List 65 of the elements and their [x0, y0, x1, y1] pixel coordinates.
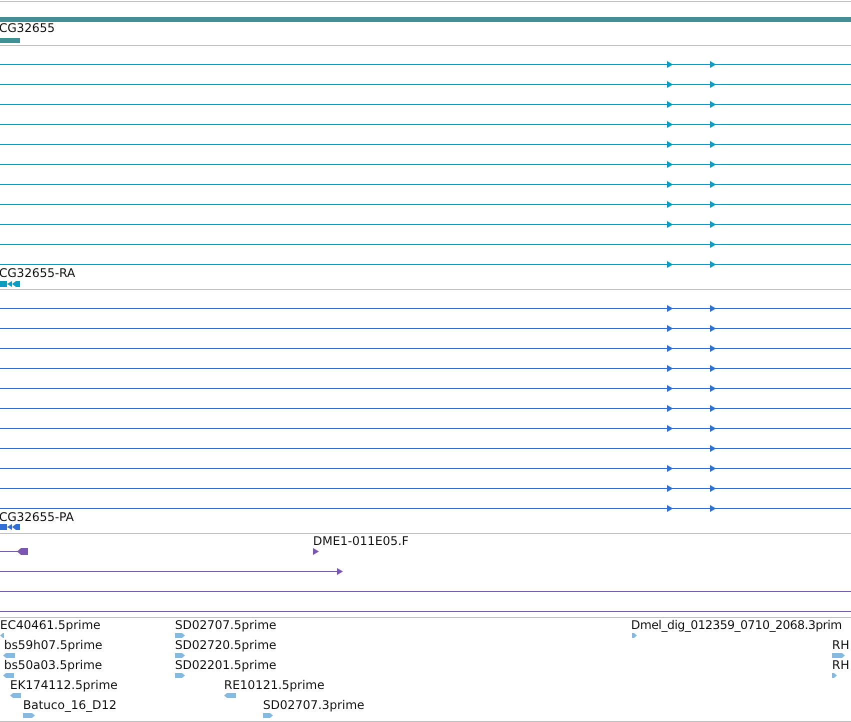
read-label: EK174112.5prime — [10, 678, 118, 692]
marker-arrow-icon — [667, 485, 673, 492]
alignment-label: DME1-011E05.F — [313, 534, 409, 548]
marker-arrow-icon — [667, 261, 673, 268]
gene-label: CG32655 — [0, 21, 55, 35]
marker-arrow-icon — [710, 485, 716, 492]
read-label: bs59h07.5prime — [4, 638, 102, 652]
marker-arrow-icon — [337, 568, 343, 575]
marker-arrow-icon — [667, 305, 673, 312]
marker-arrow-icon — [710, 101, 716, 108]
marker-arrow-icon — [710, 405, 716, 412]
marker-arrow-icon — [710, 261, 716, 268]
marker-arrow-icon — [667, 181, 673, 188]
marker-arrow-icon — [710, 241, 716, 248]
marker-arrow-icon — [710, 221, 716, 228]
marker-arrow-icon — [667, 465, 673, 472]
marker-arrow-icon — [710, 365, 716, 372]
marker-arrow-icon — [710, 141, 716, 148]
marker-arrow-icon — [667, 121, 673, 128]
marker-arrow-icon — [710, 121, 716, 128]
marker-arrow-icon — [710, 61, 716, 68]
read-label: SD02707.3prime — [263, 698, 364, 712]
marker-arrow-icon — [710, 465, 716, 472]
marker-arrow-icon — [667, 201, 673, 208]
marker-arrow-icon — [667, 101, 673, 108]
marker-arrow-icon — [667, 325, 673, 332]
marker-arrow-icon — [667, 425, 673, 432]
read-label: SD02707.5prime — [175, 618, 276, 632]
read-label: bs50a03.5prime — [4, 658, 102, 672]
transcript-label: CG32655-RA — [0, 266, 76, 280]
marker-arrow-icon — [710, 345, 716, 352]
marker-arrow-icon — [710, 81, 716, 88]
marker-arrow-icon — [667, 505, 673, 512]
marker-arrow-icon — [667, 345, 673, 352]
marker-arrow-icon — [710, 181, 716, 188]
double-arrow-icon — [0, 281, 20, 287]
block-end-icon — [17, 548, 28, 555]
marker-arrow-icon — [667, 61, 673, 68]
read-label: SD02720.5prime — [175, 638, 276, 652]
marker-arrow-icon — [667, 81, 673, 88]
gene-block-icon — [0, 38, 20, 43]
read-label: RE10121.5prime — [224, 678, 324, 692]
marker-arrow-icon — [710, 201, 716, 208]
double-arrow-icon — [0, 524, 20, 530]
marker-arrow-icon — [313, 548, 319, 555]
marker-arrow-icon — [667, 365, 673, 372]
marker-arrow-icon — [710, 161, 716, 168]
read-label: RH — [832, 638, 850, 652]
read-label: Batuco_16_D12 — [23, 698, 117, 712]
marker-arrow-icon — [667, 405, 673, 412]
marker-arrow-icon — [710, 445, 716, 452]
marker-arrow-icon — [667, 161, 673, 168]
marker-arrow-icon — [667, 385, 673, 392]
read-label: SD02201.5prime — [175, 658, 276, 672]
read-label: Dmel_dig_012359_0710_2068.3prim — [631, 618, 842, 632]
marker-arrow-icon — [710, 305, 716, 312]
protein-label: CG32655-PA — [0, 510, 74, 524]
marker-arrow-icon — [667, 221, 673, 228]
marker-arrow-icon — [710, 505, 716, 512]
read-label: EC40461.5prime — [0, 618, 101, 632]
marker-arrow-icon — [710, 385, 716, 392]
marker-arrow-icon — [667, 141, 673, 148]
marker-arrow-icon — [710, 325, 716, 332]
marker-arrow-icon — [710, 425, 716, 432]
read-label: RH — [832, 658, 850, 672]
